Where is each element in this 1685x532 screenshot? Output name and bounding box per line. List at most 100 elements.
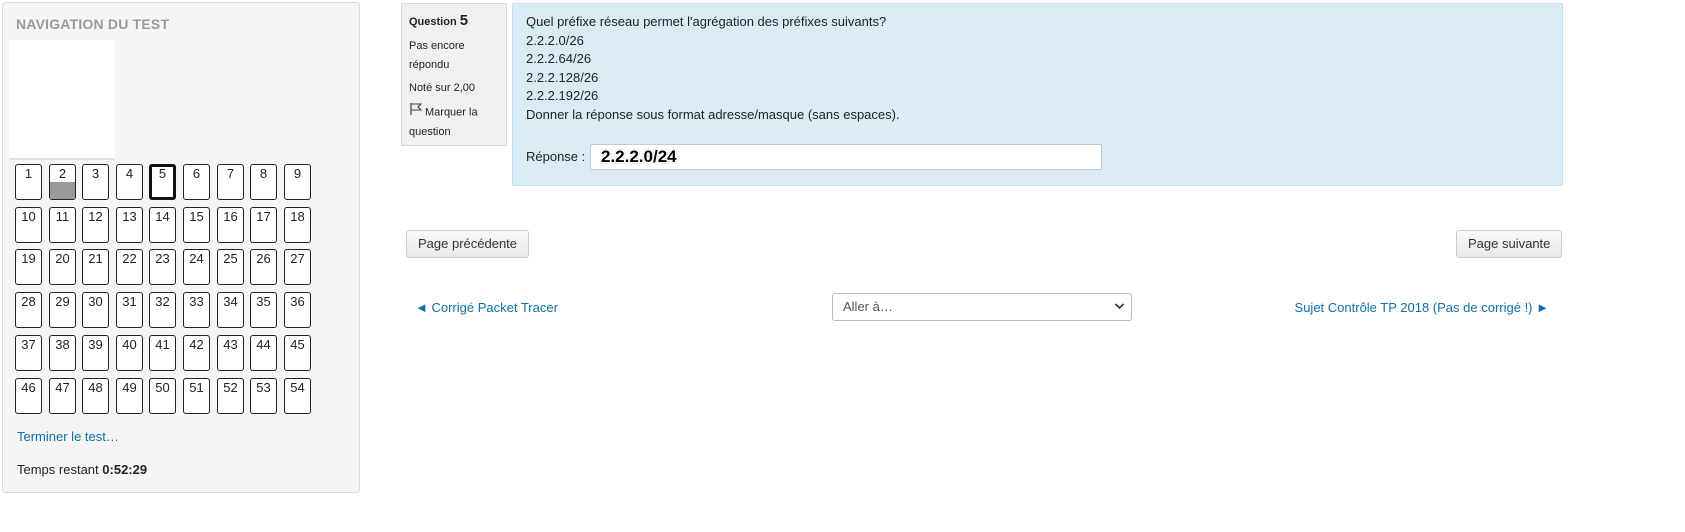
question-nav-button[interactable]: 14 [149, 207, 176, 243]
question-nav-button[interactable]: 31 [116, 292, 143, 328]
question-nav-button[interactable]: 45 [284, 335, 311, 371]
question-nav-button[interactable]: 3 [82, 164, 109, 200]
question-nav-number: 12 [88, 209, 103, 224]
question-nav-button[interactable]: 2 [49, 164, 76, 200]
question-nav-button[interactable]: 41 [149, 335, 176, 371]
question-nav-number: 4 [125, 166, 134, 181]
question-nav-number: 44 [256, 337, 271, 352]
question-nav-number: 37 [21, 337, 36, 352]
question-nav-button[interactable]: 34 [217, 292, 244, 328]
question-nav-button[interactable]: 18 [284, 207, 311, 243]
question-nav-button[interactable]: 6 [183, 164, 210, 200]
jump-to-activity-select[interactable]: Aller à… [832, 293, 1132, 321]
previous-page-button[interactable]: Page précédente [406, 230, 530, 258]
question-state-line2: répondu [409, 59, 450, 71]
question-nav-button[interactable]: 5 [149, 164, 176, 200]
question-nav-button[interactable]: 52 [217, 378, 244, 414]
question-nav-button[interactable]: 21 [82, 249, 109, 285]
question-nav-number: 22 [122, 251, 137, 266]
question-nav-number: 2 [58, 166, 67, 181]
question-nav-number: 14 [155, 209, 170, 224]
next-page-button[interactable]: Page suivante [1456, 230, 1563, 258]
question-nav-button[interactable]: 17 [250, 207, 277, 243]
question-nav-button[interactable]: 8 [250, 164, 277, 200]
quiz-navigation-title: NAVIGATION DU TEST [16, 16, 170, 32]
flag-question-toggle[interactable]: Marquer la question [409, 102, 499, 142]
question-nav-button[interactable]: 38 [49, 335, 76, 371]
question-nav-button[interactable]: 51 [183, 378, 210, 414]
question-nav-number: 33 [189, 294, 204, 309]
question-nav-number: 36 [290, 294, 305, 309]
question-nav-button[interactable]: 44 [250, 335, 277, 371]
question-nav-number: 8 [259, 166, 268, 181]
question-nav-button[interactable]: 1 [15, 164, 42, 200]
question-nav-button[interactable]: 30 [82, 292, 109, 328]
question-nav-button[interactable]: 13 [116, 207, 143, 243]
question-nav-button[interactable]: 7 [217, 164, 244, 200]
question-nav-number: 40 [122, 337, 137, 352]
question-nav-number: 42 [189, 337, 204, 352]
question-nav-button[interactable]: 23 [149, 249, 176, 285]
question-nav-button[interactable]: 15 [183, 207, 210, 243]
question-nav-button[interactable]: 9 [284, 164, 311, 200]
jump-select-value: Aller à… [843, 299, 893, 314]
previous-activity-link[interactable]: ◄ Corrigé Packet Tracer [415, 300, 558, 315]
question-content: Quel préfixe réseau permet l'agrégation … [512, 3, 1563, 186]
chevron-down-icon [1114, 294, 1125, 330]
timer-label: Temps restant [17, 462, 99, 477]
question-nav-number: 48 [88, 380, 103, 395]
question-nav-button[interactable]: 33 [183, 292, 210, 328]
question-nav-number: 16 [223, 209, 238, 224]
question-state: Pas encore répondu [409, 37, 499, 75]
question-nav-button[interactable]: 42 [183, 335, 210, 371]
answered-indicator [50, 182, 75, 199]
next-activity-link[interactable]: Sujet Contrôle TP 2018 (Pas de corrigé !… [1295, 300, 1549, 315]
question-nav-number: 10 [21, 209, 36, 224]
question-nav-button[interactable]: 10 [15, 207, 42, 243]
question-nav-button[interactable]: 11 [49, 207, 76, 243]
question-nav-button[interactable]: 27 [284, 249, 311, 285]
question-nav-button[interactable]: 50 [149, 378, 176, 414]
question-text: Quel préfixe réseau permet l'agrégation … [526, 13, 900, 125]
question-nav-number: 29 [55, 294, 70, 309]
question-number: 5 [459, 12, 469, 29]
question-text-line: Donner la réponse sous format adresse/ma… [526, 106, 900, 122]
answer-label: Réponse : [526, 149, 586, 164]
question-nav-button[interactable]: 26 [250, 249, 277, 285]
question-nav-number: 39 [88, 337, 103, 352]
question-nav-button[interactable]: 28 [15, 292, 42, 328]
question-nav-button[interactable]: 19 [15, 249, 42, 285]
question-nav-button[interactable]: 53 [250, 378, 277, 414]
question-nav-button[interactable]: 36 [284, 292, 311, 328]
question-nav-button[interactable]: 25 [217, 249, 244, 285]
question-text-line: 2.2.2.128/26 [526, 69, 599, 85]
finish-attempt-link[interactable]: Terminer le test… [17, 429, 119, 444]
question-nav-button[interactable]: 37 [15, 335, 42, 371]
question-nav-number: 46 [21, 380, 36, 395]
question-nav-button[interactable]: 40 [116, 335, 143, 371]
answer-input[interactable]: 2.2.2.0/24 [590, 144, 1102, 170]
question-nav-button[interactable]: 12 [82, 207, 109, 243]
question-nav-number: 50 [155, 380, 170, 395]
question-nav-button[interactable]: 20 [49, 249, 76, 285]
question-nav-number: 28 [21, 294, 36, 309]
question-nav-number: 34 [223, 294, 238, 309]
question-nav-button[interactable]: 54 [284, 378, 311, 414]
question-nav-button[interactable]: 32 [149, 292, 176, 328]
question-nav-button[interactable]: 48 [82, 378, 109, 414]
question-nav-button[interactable]: 24 [183, 249, 210, 285]
question-nav-button[interactable]: 49 [116, 378, 143, 414]
question-nav-button[interactable]: 16 [217, 207, 244, 243]
question-nav-button[interactable]: 47 [49, 378, 76, 414]
question-nav-button[interactable]: 4 [116, 164, 143, 200]
user-picture [9, 40, 115, 160]
question-info: Question 5 Pas encore répondu Noté sur 2… [401, 3, 507, 146]
question-nav-button[interactable]: 22 [116, 249, 143, 285]
question-nav-button[interactable]: 29 [49, 292, 76, 328]
question-nav-button[interactable]: 39 [82, 335, 109, 371]
question-nav-button[interactable]: 35 [250, 292, 277, 328]
question-nav-number: 23 [155, 251, 170, 266]
flag-label-line2: question [409, 126, 451, 138]
question-nav-button[interactable]: 43 [217, 335, 244, 371]
question-nav-button[interactable]: 46 [15, 378, 42, 414]
